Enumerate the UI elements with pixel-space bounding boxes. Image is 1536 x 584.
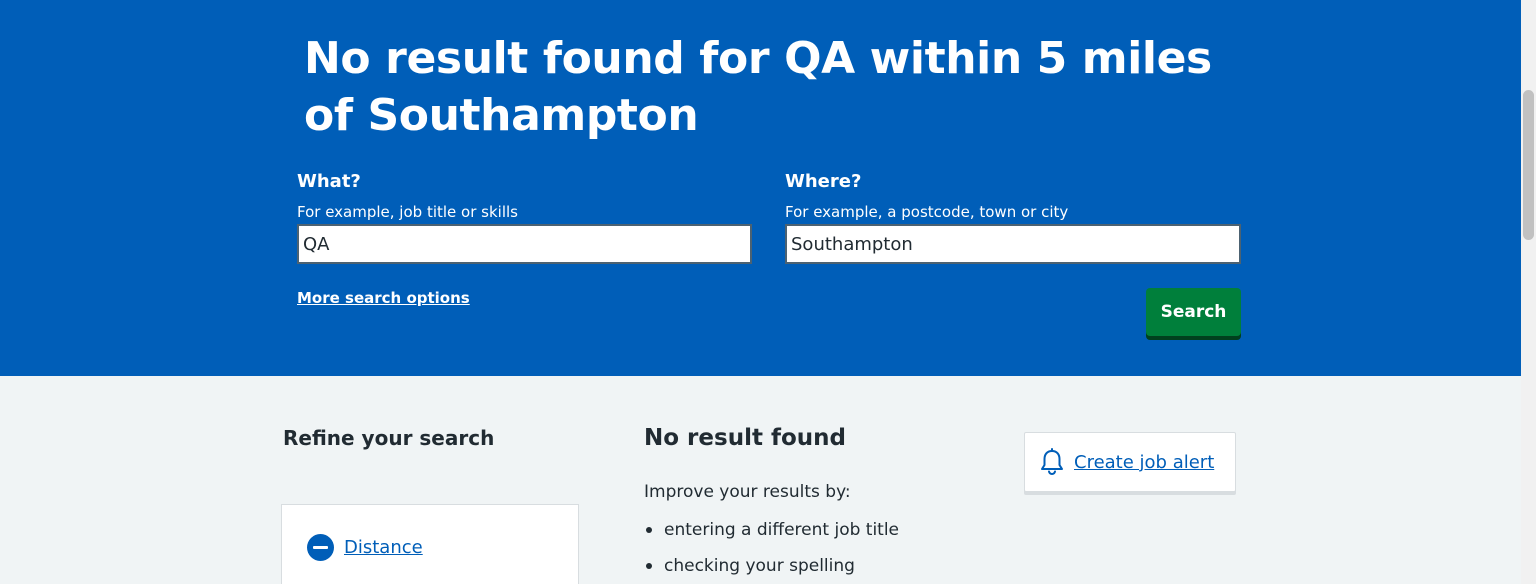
what-label: What? [297,171,361,192]
create-job-alert-link[interactable]: Create job alert [1074,452,1214,473]
improve-results-text: Improve your results by: [644,482,851,502]
filter-panel: Distance [281,504,579,584]
more-search-options-link[interactable]: More search options [297,289,470,307]
list-item: checking your spelling [644,548,899,584]
results-heading: No result found [644,425,846,451]
what-hint: For example, job title or skills [297,203,518,221]
distance-filter-toggle[interactable]: Distance [307,534,423,561]
collapse-minus-icon[interactable] [307,534,334,561]
tips-list: entering a different job title checking … [644,512,899,584]
where-hint: For example, a postcode, town or city [785,203,1069,221]
search-hero: No result found for QA within 5 miles of… [0,0,1521,376]
create-job-alert-card[interactable]: Create job alert [1024,432,1236,492]
what-input[interactable] [297,224,752,264]
page-title: No result found for QA within 5 miles of… [304,33,1212,141]
bell-icon [1041,448,1063,476]
where-input[interactable] [785,224,1241,264]
list-item: entering a different job title [644,512,899,548]
refine-search-heading: Refine your search [283,426,495,450]
where-label: Where? [785,171,862,192]
scrollbar-thumb[interactable] [1523,90,1534,240]
distance-filter-link[interactable]: Distance [344,537,423,558]
page-scrollbar[interactable] [1521,0,1536,584]
search-button[interactable]: Search [1146,288,1241,336]
